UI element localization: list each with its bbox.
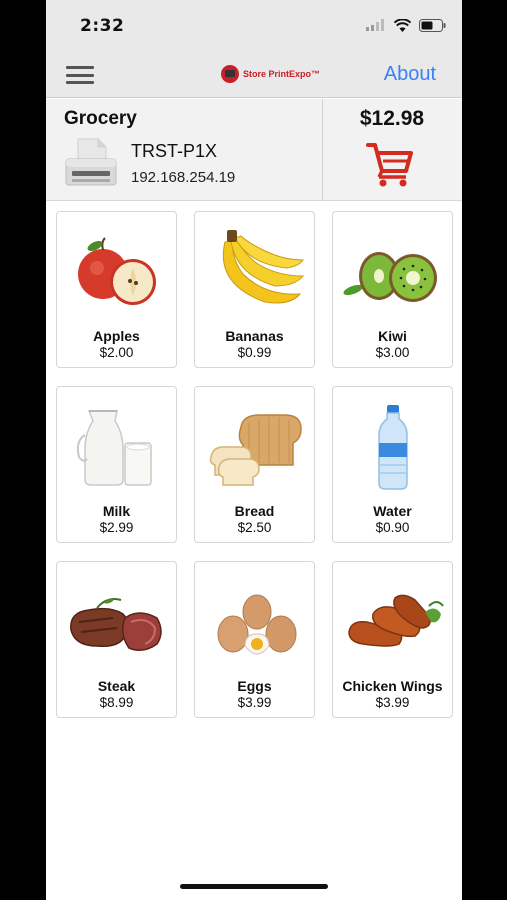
home-indicator[interactable] (180, 884, 328, 889)
product-name: Eggs (237, 678, 272, 694)
product-tile-eggs[interactable]: Eggs $3.99 (194, 561, 315, 718)
status-bar: 2:32 (46, 0, 462, 50)
chicken-wings-icon (348, 594, 444, 647)
wifi-icon (394, 18, 411, 32)
product-name: Water (373, 503, 412, 519)
product-name: Bananas (225, 328, 284, 344)
app-screen: 2:32 Store PrintExpo™ About Grocery TRST… (46, 0, 462, 900)
product-price: $3.99 (375, 695, 410, 710)
status-time: 2:32 (80, 16, 125, 36)
product-price: $0.90 (375, 520, 410, 535)
product-tile-steak[interactable]: Steak $8.99 (56, 561, 177, 718)
bread-icon (209, 414, 302, 486)
product-price: $2.99 (99, 520, 134, 535)
banana-icon (222, 230, 305, 304)
nav-bar: Store PrintExpo™ About (46, 50, 462, 98)
cellular-signal-icon (366, 19, 384, 31)
store-printexpo-logo: Store PrintExpo™ (221, 64, 320, 84)
steak-icon (70, 598, 162, 651)
apple-icon (78, 237, 156, 305)
product-name: Bread (234, 503, 275, 519)
kiwi-icon (343, 252, 437, 302)
cart-icon[interactable] (366, 141, 414, 187)
product-price: $2.50 (237, 520, 272, 535)
product-tile-apples[interactable]: Apples $2.00 (56, 211, 177, 368)
about-button[interactable]: About (384, 63, 436, 86)
product-name: Steak (97, 678, 136, 694)
product-name: Apples (93, 328, 140, 344)
logo-text: Store PrintExpo™ (243, 69, 321, 79)
eggs-icon (217, 594, 297, 655)
product-price: $3.00 (375, 345, 410, 360)
product-name: Chicken Wings (342, 678, 443, 694)
product-tile-water[interactable]: Water $0.90 (332, 386, 453, 543)
cart-total: $12.98 (359, 107, 425, 130)
hamburger-menu-icon[interactable] (66, 66, 94, 84)
product-price: $2.00 (99, 345, 134, 360)
status-icons (366, 17, 446, 33)
water-bottle-icon (378, 405, 408, 490)
milk-icon (76, 410, 152, 486)
order-header: Grocery TRST-P1X 192.168.254.19 $12.98 (46, 99, 462, 201)
product-price: $0.99 (237, 345, 272, 360)
product-tile-chicken-wings[interactable]: Chicken Wings $3.99 (332, 561, 453, 718)
product-tile-kiwi[interactable]: Kiwi $3.00 (332, 211, 453, 368)
battery-icon (419, 18, 446, 32)
printer-icon[interactable] (64, 137, 118, 187)
product-tile-bread[interactable]: Bread $2.50 (194, 386, 315, 543)
product-tile-milk[interactable]: Milk $2.99 (56, 386, 177, 543)
printer-ip: 192.168.254.19 (131, 169, 236, 186)
product-price: $8.99 (99, 695, 134, 710)
product-name: Kiwi (378, 328, 407, 344)
printer-name: TRST-P1X (131, 141, 218, 161)
product-name: Milk (102, 503, 131, 519)
logo-mark-icon (221, 65, 239, 83)
store-name: Grocery (64, 108, 137, 129)
product-tile-bananas[interactable]: Bananas $0.99 (194, 211, 315, 368)
product-price: $3.99 (237, 695, 272, 710)
